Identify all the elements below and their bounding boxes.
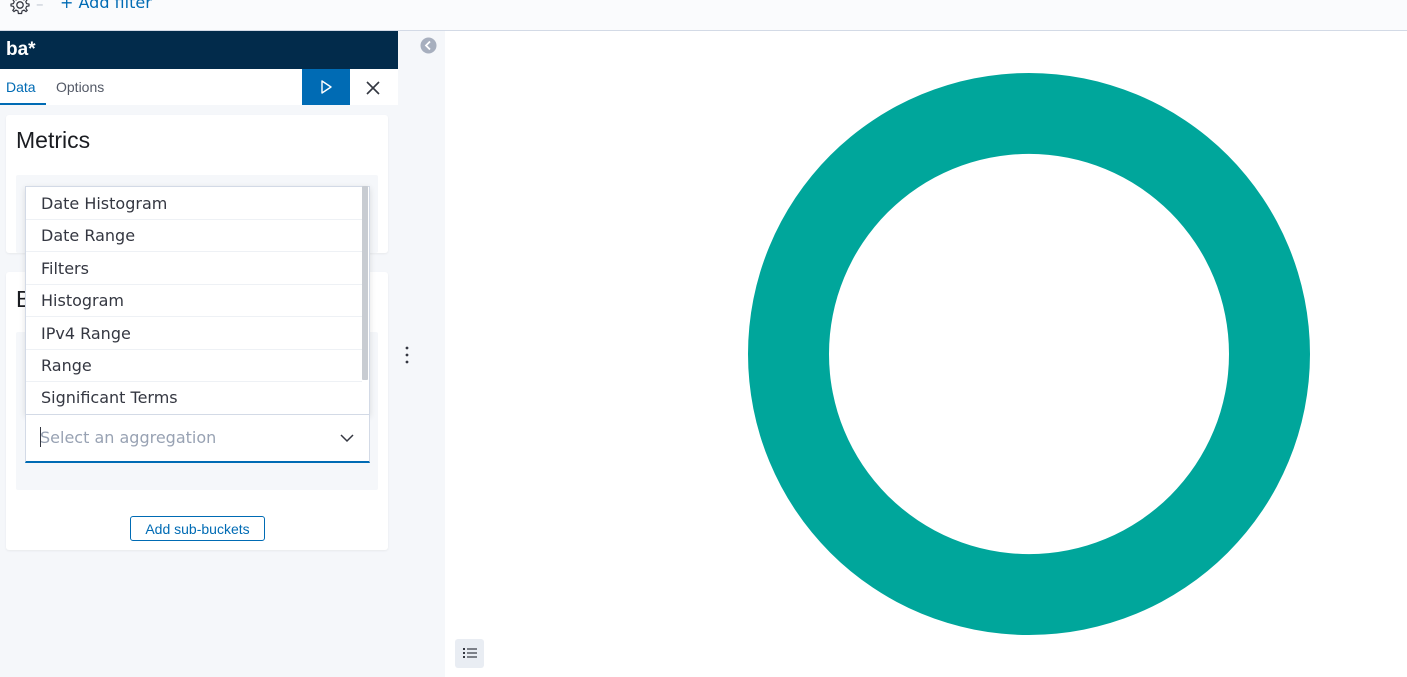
discard-button[interactable] xyxy=(362,77,384,99)
metrics-title: Metrics xyxy=(16,127,91,153)
list-item[interactable]: IPv4 Range xyxy=(26,317,362,350)
option-label: Date Histogram xyxy=(41,194,168,213)
aggregation-placeholder: Select an aggregation xyxy=(40,428,217,447)
option-label: Significant Terms xyxy=(41,388,178,407)
filter-bar: – + Add filter xyxy=(0,0,1407,31)
gear-icon[interactable] xyxy=(9,0,31,16)
option-label: Date Range xyxy=(41,226,136,245)
aggregation-options-list: Date Histogram Date Range Filters Histog… xyxy=(25,186,370,415)
option-label: Histogram xyxy=(41,291,124,310)
close-icon xyxy=(366,81,380,95)
donut-chart xyxy=(748,73,1310,635)
option-label: IPv4 Range xyxy=(41,324,131,343)
drag-handle-icon[interactable] xyxy=(403,345,411,365)
active-tab-indicator xyxy=(0,103,46,105)
apply-changes-button[interactable] xyxy=(302,69,350,105)
list-item[interactable]: Significant Terms xyxy=(26,381,362,413)
chevron-down-icon[interactable] xyxy=(339,430,355,446)
index-pattern-title: ba* xyxy=(6,39,36,60)
list-item[interactable]: Date Range xyxy=(26,219,362,252)
pie-slice[interactable] xyxy=(748,73,1310,635)
tab-data[interactable]: Data xyxy=(6,79,36,95)
option-label: Filters xyxy=(41,259,89,278)
list-item[interactable]: Histogram xyxy=(26,284,362,317)
list-item[interactable]: Date Histogram xyxy=(26,187,362,220)
play-icon xyxy=(321,80,332,94)
aggregation-select-input[interactable]: Select an aggregation xyxy=(25,414,370,463)
dropdown-scrollbar[interactable] xyxy=(362,186,368,380)
add-filter-link[interactable]: + Add filter xyxy=(60,0,152,12)
option-label: Range xyxy=(41,356,92,375)
collapse-sidebar-icon[interactable] xyxy=(420,37,437,54)
tab-options[interactable]: Options xyxy=(56,79,104,95)
add-sub-buckets-button[interactable]: Add sub-buckets xyxy=(130,516,265,541)
separator: – xyxy=(36,0,44,13)
list-item[interactable]: Range xyxy=(26,349,362,382)
list-item[interactable]: Filters xyxy=(26,252,362,285)
index-pattern-header: ba* xyxy=(0,31,398,69)
editor-tabs: Data Options xyxy=(0,69,398,105)
